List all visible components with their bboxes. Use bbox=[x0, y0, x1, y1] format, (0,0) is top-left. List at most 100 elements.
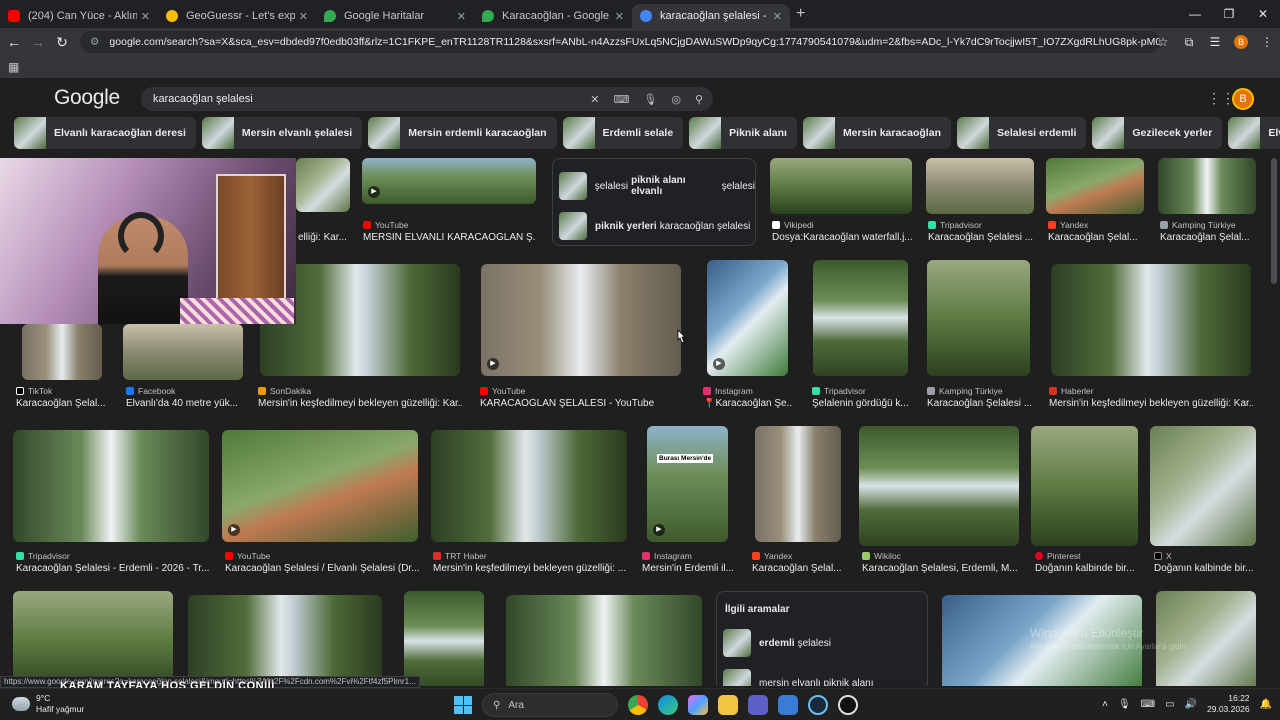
close-tab-icon[interactable]: ✕ bbox=[773, 10, 782, 23]
copilot-icon[interactable] bbox=[688, 695, 708, 715]
steam-icon[interactable] bbox=[808, 695, 828, 715]
result-image[interactable] bbox=[859, 426, 1019, 546]
network-icon[interactable]: ▭ bbox=[1165, 699, 1174, 710]
result-title[interactable]: Dosya:Karacaoğlan waterfall.j... bbox=[772, 232, 912, 243]
bookmark-star-icon[interactable]: ☆ bbox=[1150, 35, 1176, 49]
file-explorer-icon[interactable] bbox=[718, 695, 738, 715]
account-avatar[interactable]: B bbox=[1232, 88, 1254, 110]
result-source[interactable]: Haberler bbox=[1049, 386, 1094, 396]
reload-icon[interactable]: ↻ bbox=[50, 34, 74, 51]
result-source[interactable]: YouTube bbox=[363, 220, 408, 230]
result-source[interactable]: TRT Haber bbox=[433, 551, 487, 561]
result-title[interactable]: Karacaoğlan Şelal... bbox=[16, 398, 106, 409]
result-image[interactable] bbox=[1046, 158, 1144, 214]
microphone-icon[interactable]: 🎙 bbox=[643, 93, 657, 106]
start-button[interactable] bbox=[454, 696, 472, 714]
result-source[interactable]: Tripadvisor bbox=[16, 551, 70, 561]
clock[interactable]: 16:22 29.03.2026 bbox=[1207, 693, 1250, 715]
weather-widget[interactable]: 9°C Hafif yağmur bbox=[12, 693, 84, 715]
result-title[interactable]: Karacaoğlan Şelalesi ... bbox=[928, 232, 1034, 243]
result-title[interactable]: KARACAOĞLAN ŞELALESİ - YouTube bbox=[480, 398, 680, 409]
chip[interactable]: Mersin elvanlı şelalesi bbox=[201, 117, 363, 149]
media-icon[interactable]: ☰ bbox=[1202, 35, 1228, 49]
result-title[interactable]: Doğanın kalbinde bir... bbox=[1035, 563, 1139, 574]
result-source[interactable]: Kamping Türkiye bbox=[927, 386, 1003, 396]
result-source[interactable]: Instagram bbox=[642, 551, 692, 561]
result-source[interactable]: Wikiloc bbox=[862, 551, 901, 561]
browser-tab[interactable]: Karacaoğlan - Google Haritalar✕ bbox=[474, 4, 632, 28]
browser-tab[interactable]: GeoGuessr - Let's explore the w...✕ bbox=[158, 4, 316, 28]
result-source[interactable]: YouTube bbox=[225, 551, 270, 561]
close-window-icon[interactable]: ✕ bbox=[1246, 0, 1280, 28]
result-title[interactable]: Doğanın kalbinde bir... bbox=[1154, 563, 1258, 574]
result-image[interactable] bbox=[755, 426, 841, 542]
result-title[interactable]: Mersin'in keşfedilmeyi bekleyen güzelliğ… bbox=[1049, 398, 1253, 409]
chip[interactable]: Mersin erdemli karacaoğlan bbox=[368, 117, 557, 149]
related-item[interactable]: mersin elvanlı piknik alanı bbox=[723, 668, 874, 686]
address-bar[interactable]: ⚙ google.com/search?sa=X&sca_esv=dbded97… bbox=[80, 31, 1160, 53]
result-title[interactable]: Karacaoğlan Şelalesi / Elvanlı Şelalesi … bbox=[225, 563, 421, 574]
new-tab-button[interactable]: + bbox=[796, 5, 805, 23]
chevron-up-icon[interactable]: ˄ bbox=[1102, 699, 1108, 710]
result-title[interactable]: Karacaoğlan Şelalesi ... bbox=[927, 398, 1031, 409]
restore-icon[interactable]: ❐ bbox=[1212, 0, 1246, 28]
suggestion-item[interactable]: piknik yerleri karacaoğlan şelalesi bbox=[559, 211, 750, 241]
result-image[interactable] bbox=[188, 595, 382, 686]
back-icon[interactable]: ← bbox=[2, 34, 26, 50]
lens-icon[interactable]: ◎ bbox=[671, 93, 681, 106]
result-title[interactable]: Karacaoğlan Şelal... bbox=[1048, 232, 1144, 243]
result-source[interactable]: Instagram bbox=[703, 386, 753, 396]
result-image[interactable] bbox=[22, 324, 102, 380]
search-input[interactable]: karacaoğlan şelalesi ✕ ⌨ 🎙 ◎ ⚲ bbox=[141, 87, 713, 111]
close-tab-icon[interactable]: ✕ bbox=[457, 10, 466, 23]
result-image[interactable]: ▶ bbox=[222, 430, 418, 542]
result-source[interactable]: Tripadvisor bbox=[928, 220, 982, 230]
result-image[interactable] bbox=[404, 591, 484, 686]
notification-icon[interactable]: 🔔 bbox=[1260, 699, 1272, 710]
search-icon[interactable]: ⚲ bbox=[695, 93, 703, 106]
chip[interactable]: Gezilecek yerler bbox=[1092, 117, 1223, 149]
result-image[interactable]: ▶ bbox=[362, 158, 536, 204]
volume-icon[interactable]: 🔊 bbox=[1185, 699, 1197, 710]
result-source[interactable]: Vikipedi bbox=[772, 220, 814, 230]
result-title[interactable]: Şelalenin gördüğü k... bbox=[812, 398, 910, 409]
result-title[interactable]: Mersin'in keşfedilmeyi bekleyen güzelliğ… bbox=[258, 398, 462, 409]
clear-icon[interactable]: ✕ bbox=[590, 93, 599, 106]
result-image[interactable]: ▶ bbox=[481, 264, 681, 376]
result-image[interactable] bbox=[123, 324, 243, 380]
result-title[interactable]: Mersin'in keşfedilmeyi bekleyen güzelliğ… bbox=[433, 563, 629, 574]
browser-tab[interactable]: (204) Can Yüce - Aklım Gider A...✕ bbox=[0, 4, 158, 28]
chip[interactable]: Piknik alanı bbox=[689, 117, 797, 149]
chip[interactable]: Elvanlı karacaoğlan deresi bbox=[14, 117, 196, 149]
result-source[interactable]: Tripadvisor bbox=[812, 386, 866, 396]
result-source[interactable]: Kamping Türkiye bbox=[1160, 220, 1236, 230]
google-logo[interactable]: Google bbox=[54, 86, 120, 110]
result-image[interactable]: ▶ bbox=[707, 260, 788, 376]
edge-icon[interactable] bbox=[658, 695, 678, 715]
close-tab-icon[interactable]: ✕ bbox=[615, 10, 624, 23]
keyboard-icon[interactable]: ⌨ bbox=[613, 93, 629, 106]
result-title[interactable]: Karacaoğlan Şelal... bbox=[1160, 232, 1256, 243]
result-image[interactable] bbox=[296, 158, 350, 212]
result-image[interactable]: Burası Mersin'de ▶ bbox=[647, 426, 728, 542]
result-source[interactable]: TikTok bbox=[16, 386, 52, 396]
browser-tab[interactable]: Google Haritalar ✕ bbox=[316, 4, 474, 28]
keyboard-icon[interactable]: ⌨ bbox=[1141, 699, 1155, 710]
result-title[interactable]: Karacaoğlan Şelalesi, Erdemli, M... bbox=[862, 563, 1022, 574]
profile-avatar[interactable]: B bbox=[1234, 35, 1248, 49]
extensions-icon[interactable]: ⧉ bbox=[1176, 35, 1202, 50]
result-title[interactable]: Karacaoğlan Şelalesi - Erdemli - 2026 - … bbox=[16, 563, 212, 574]
result-image[interactable] bbox=[770, 158, 912, 214]
result-title[interactable]: Karacaoğlan Şelal... bbox=[752, 563, 844, 574]
result-image[interactable] bbox=[813, 260, 908, 376]
chrome-icon[interactable] bbox=[628, 695, 648, 715]
taskbar-search[interactable]: ⚲ Ara bbox=[482, 693, 618, 717]
result-title[interactable]: Elvanlı'da 40 metre yük... bbox=[126, 398, 241, 409]
forward-icon[interactable]: → bbox=[26, 34, 50, 50]
chip[interactable]: Mersin karacaoğlan bbox=[802, 117, 951, 149]
result-source[interactable]: YouTube bbox=[480, 386, 525, 396]
result-image[interactable] bbox=[431, 430, 627, 542]
result-title[interactable]: 📍Karacaoğlan Şe... bbox=[703, 398, 793, 409]
teams-icon[interactable] bbox=[748, 695, 768, 715]
microphone-icon[interactable]: 🎙 bbox=[1118, 699, 1131, 710]
